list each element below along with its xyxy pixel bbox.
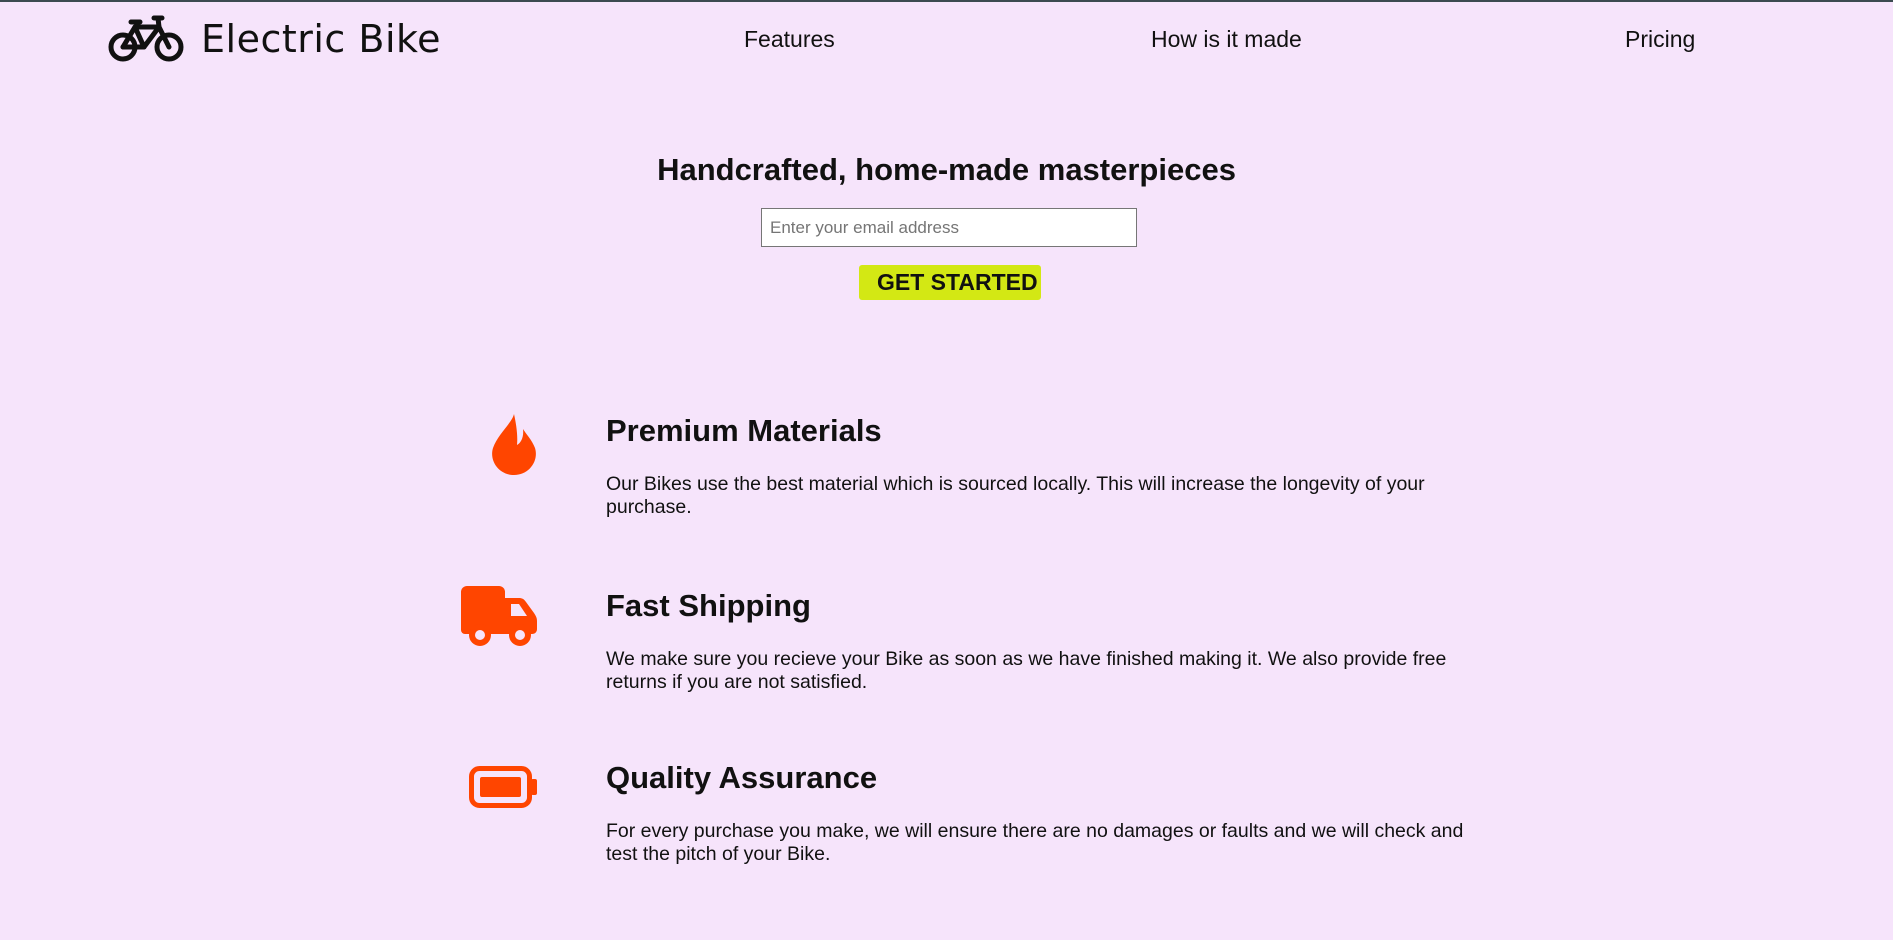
hero-section: Handcrafted, home-made masterpieces GET … bbox=[0, 152, 1893, 300]
email-input[interactable] bbox=[761, 208, 1137, 247]
landing-page: Electric Bike Features How is it made Pr… bbox=[0, 2, 1893, 940]
feature-description: Our Bikes use the best material which is… bbox=[606, 473, 1425, 518]
feature-premium-materials: Premium Materials Our Bikes use the best… bbox=[0, 407, 1893, 547]
nav-link-pricing[interactable]: Pricing bbox=[1625, 26, 1695, 53]
feature-quality-assurance: Quality Assurance For every purchase you… bbox=[0, 754, 1893, 894]
get-started-button[interactable]: GET STARTED bbox=[859, 265, 1041, 300]
brand-logo[interactable]: Electric Bike bbox=[107, 14, 441, 64]
brand-name: Electric Bike bbox=[201, 17, 442, 61]
feature-description: We make sure you recieve your Bike as so… bbox=[606, 648, 1447, 693]
site-header: Electric Bike Features How is it made Pr… bbox=[0, 2, 1893, 80]
battery-icon bbox=[469, 766, 537, 808]
nav-link-how-is-it-made[interactable]: How is it made bbox=[1151, 26, 1302, 53]
feature-title: Premium Materials bbox=[606, 413, 882, 448]
feature-fast-shipping: Fast Shipping We make sure you recieve y… bbox=[0, 582, 1893, 722]
feature-description: For every purchase you make, we will ens… bbox=[606, 820, 1464, 865]
nav-link-features[interactable]: Features bbox=[744, 26, 835, 53]
feature-title: Quality Assurance bbox=[606, 760, 878, 795]
flame-icon bbox=[492, 414, 536, 475]
bicycle-icon bbox=[108, 15, 184, 62]
hero-title: Handcrafted, home-made masterpieces bbox=[657, 152, 1236, 187]
feature-title: Fast Shipping bbox=[606, 588, 811, 623]
truck-icon bbox=[461, 586, 537, 646]
